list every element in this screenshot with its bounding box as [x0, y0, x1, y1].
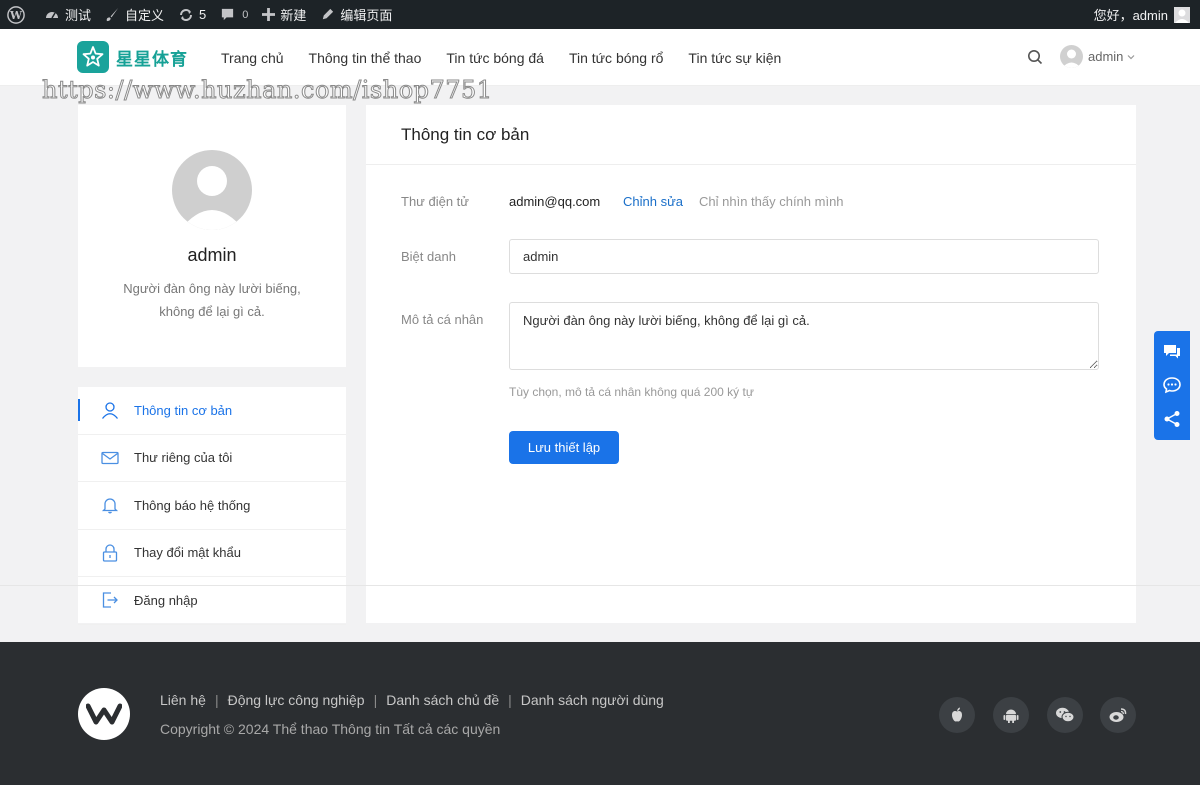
wordpress-icon: W	[7, 5, 25, 24]
basic-info-card: Thông tin cơ bản Thư điện tử admin@qq.co…	[366, 105, 1136, 623]
edit-page-button[interactable]: 编辑页面	[313, 0, 399, 29]
nav-football-news[interactable]: Tin tức bóng đá	[446, 50, 544, 66]
nav-basketball-news[interactable]: Tin tức bóng rổ	[569, 50, 663, 66]
watermark-text: https://www.huzhan.com/ishop7751	[42, 76, 493, 105]
nav-home[interactable]: Trang chủ	[221, 50, 284, 66]
footer-separator: |	[214, 692, 219, 708]
side-item-notifications[interactable]: Thông báo hệ thống	[78, 482, 346, 530]
wordpress-logo-button[interactable]: W	[0, 0, 37, 29]
side-item-label: Thông tin cơ bản	[134, 402, 233, 418]
wechat-icon	[1056, 707, 1075, 723]
bio-label: Mô tả cá nhân	[401, 312, 484, 327]
floating-toolbar	[1154, 331, 1190, 440]
share-icon[interactable]	[1162, 409, 1182, 429]
footer-link-industry[interactable]: Động lực công nghiệp	[228, 692, 365, 708]
user-icon	[101, 402, 119, 420]
new-label: 新建	[280, 8, 307, 23]
nav-sports-info[interactable]: Thông tin thể thao	[309, 50, 422, 66]
new-content-button[interactable]: 新建	[255, 0, 313, 29]
search-icon	[1028, 50, 1043, 65]
save-settings-button[interactable]: Lưu thiết lập	[509, 431, 619, 464]
footer-link-topics[interactable]: Danh sách chủ đề	[386, 692, 499, 708]
comments-count: 0	[242, 8, 249, 21]
updates-icon	[180, 8, 193, 21]
pencil-icon	[323, 8, 334, 20]
footer-links: Liên hệ | Động lực công nghiệp | Danh sá…	[160, 692, 664, 708]
account-avatar[interactable]	[1174, 6, 1190, 23]
side-item-label: Thông báo hệ thống	[134, 497, 251, 513]
email-value: admin@qq.com	[509, 194, 601, 209]
android-button[interactable]	[993, 697, 1029, 733]
footer-logo-icon[interactable]	[78, 688, 130, 740]
divider	[0, 585, 1200, 586]
apple-button[interactable]	[939, 697, 975, 733]
search-button[interactable]	[1027, 49, 1043, 68]
side-item-label: Thư riêng của tôi	[134, 450, 233, 466]
site-name: 测试	[65, 8, 92, 23]
dashboard-icon	[46, 11, 58, 18]
logout-icon	[102, 592, 118, 608]
account-side-menu: Thông tin cơ bản Thư riêng của tôi Thông…	[78, 387, 346, 625]
side-item-label: Đăng nhập	[134, 592, 198, 608]
profile-avatar[interactable]	[172, 150, 252, 230]
lock-icon	[102, 544, 118, 562]
profile-name: admin	[187, 245, 237, 265]
card-title: Thông tin cơ bản	[366, 105, 1136, 165]
nickname-input[interactable]	[509, 239, 1099, 274]
updates-button[interactable]: 5	[171, 0, 213, 29]
plus-icon	[262, 8, 276, 21]
side-item-messages[interactable]: Thư riêng của tôi	[78, 435, 346, 482]
footer-separator: |	[508, 692, 512, 708]
chevron-down-icon	[1127, 54, 1135, 59]
footer-link-contact[interactable]: Liên hệ	[160, 692, 206, 708]
mail-icon	[101, 451, 119, 464]
bell-icon	[101, 498, 119, 514]
brush-icon	[106, 7, 119, 22]
comments-button[interactable]: 0	[213, 0, 255, 29]
email-label: Thư điện tử	[401, 194, 469, 209]
android-icon	[1003, 709, 1019, 723]
nav-event-news[interactable]: Tin tức sự kiện	[688, 50, 781, 66]
bio-textarea[interactable]: Người đàn ông này lười biếng, không để l…	[509, 302, 1099, 370]
side-item-basic-info[interactable]: Thông tin cơ bản	[78, 387, 346, 435]
weibo-button[interactable]	[1100, 697, 1136, 733]
bio-hint: Tùy chọn, mô tả cá nhân không quá 200 ký…	[509, 385, 754, 399]
user-name: admin	[1088, 49, 1124, 64]
logo-star-icon	[77, 41, 109, 73]
weibo-icon	[1109, 708, 1127, 722]
comment-icon[interactable]	[1162, 375, 1182, 395]
edit-email-link[interactable]: Chỉnh sửa	[623, 194, 683, 209]
customize-label: 自定义	[125, 8, 165, 23]
user-menu[interactable]: admin	[1060, 45, 1136, 68]
nickname-label: Biệt danh	[401, 249, 456, 264]
admin-bar: W 测试 自定义 5 0 新建 编辑页面 您好，admin	[0, 0, 1200, 29]
svg-text:W: W	[9, 9, 23, 22]
side-item-label: Thay đổi mật khẩu	[134, 545, 241, 561]
logo-text: 星星体育	[116, 49, 188, 69]
footer-separator: |	[373, 692, 378, 708]
user-avatar	[1060, 45, 1083, 68]
email-visibility-note: Chỉ nhìn thấy chính mình	[699, 194, 844, 209]
footer-link-users[interactable]: Danh sách người dùng	[521, 692, 664, 708]
profile-description: Người đàn ông này lười biếng, không để l…	[123, 281, 301, 319]
comment-icon	[222, 8, 234, 21]
side-item-change-password[interactable]: Thay đổi mật khẩu	[78, 530, 346, 577]
updates-count: 5	[199, 7, 207, 22]
apple-icon	[952, 707, 962, 722]
customize-button[interactable]: 自定义	[98, 0, 171, 29]
chat-icon[interactable]	[1162, 342, 1182, 362]
edit-page-label: 编辑页面	[340, 8, 393, 23]
profile-card: admin Người đàn ông này lười biếng, khôn…	[78, 105, 346, 367]
account-greeting[interactable]: 您好，admin	[1094, 5, 1168, 24]
copyright-text: Copyright © 2024 Thể thao Thông tin Tất …	[160, 721, 501, 737]
site-name-button[interactable]: 测试	[37, 0, 98, 29]
wechat-button[interactable]	[1047, 697, 1083, 733]
site-footer: Liên hệ | Động lực công nghiệp | Danh sá…	[0, 642, 1200, 785]
site-logo[interactable]: 星星体育	[77, 41, 188, 73]
